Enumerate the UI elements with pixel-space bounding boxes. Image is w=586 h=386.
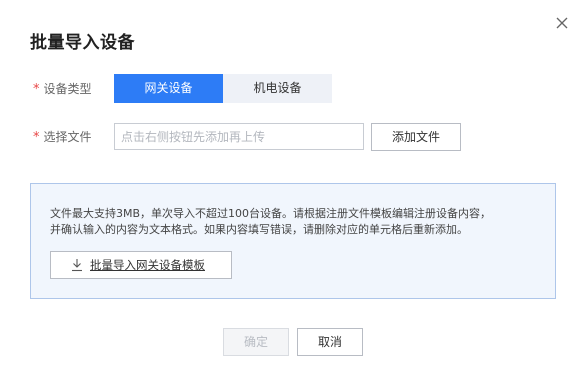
required-mark: *: [33, 82, 40, 97]
download-icon: [72, 259, 82, 272]
batch-import-dialog: 批量导入设备 *设备类型 网关设备 机电设备 *选择文件 添加文件 文件最大支持…: [0, 0, 586, 386]
confirm-button[interactable]: 确定: [223, 328, 289, 356]
device-type-label: * 设备类型: [33, 81, 92, 97]
info-text-line-2: 并确认输入的内容为文本格式。如果内容填写错误，请删除对应的单元格后重新添加。: [50, 223, 468, 236]
option-electromechanical-device[interactable]: 机电设备: [223, 74, 332, 103]
required-mark: *: [33, 130, 40, 145]
file-select-label-text: 选择文件: [43, 130, 92, 144]
add-file-button[interactable]: 添加文件: [371, 123, 461, 151]
device-type-label-text: 设备类型: [43, 82, 92, 96]
dialog-title: 批量导入设备: [30, 33, 135, 53]
device-type-segmented-control: 网关设备 机电设备: [114, 74, 332, 103]
close-icon[interactable]: [553, 14, 571, 32]
file-select-label: * 选择文件: [33, 129, 92, 145]
download-template-label: 批量导入网关设备模板: [90, 258, 205, 272]
download-template-button[interactable]: 批量导入网关设备模板: [50, 251, 232, 279]
cancel-button[interactable]: 取消: [297, 328, 363, 356]
info-box: 文件最大支持3MB，单次导入不超过100台设备。请根据注册文件模板编辑注册设备内…: [30, 183, 556, 299]
file-path-input[interactable]: [114, 123, 364, 150]
option-gateway-device[interactable]: 网关设备: [114, 74, 223, 103]
info-text-line-1: 文件最大支持3MB，单次导入不超过100台设备。请根据注册文件模板编辑注册设备内…: [50, 207, 492, 220]
